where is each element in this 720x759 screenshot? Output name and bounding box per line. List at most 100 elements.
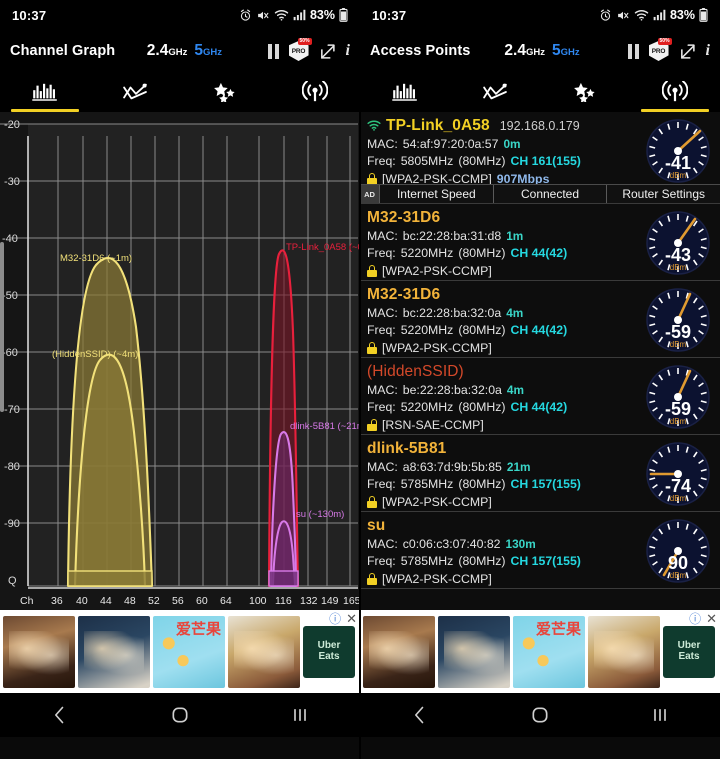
ap-ip-address: 192.168.0.179 bbox=[499, 118, 580, 133]
share-icon[interactable] bbox=[319, 43, 336, 60]
home-icon bbox=[532, 707, 548, 723]
ad-tag-label: AD bbox=[360, 185, 379, 203]
ad-image-2[interactable] bbox=[78, 615, 150, 688]
ad-connected-button[interactable]: Connected bbox=[492, 185, 607, 203]
right-toolbar: PRO 50% i bbox=[614, 38, 710, 61]
wifi-icon bbox=[634, 10, 649, 21]
access-point-row[interactable]: M32-31D6 MAC: bc:22:28:ba:31:d8 1m Freq:… bbox=[360, 204, 720, 281]
ad-router-settings-button[interactable]: Router Settings bbox=[606, 185, 720, 203]
access-point-row[interactable]: (HiddenSSID) MAC: be:22:28:ba:32:0a 4m F… bbox=[360, 358, 720, 435]
ap-freq-label: Freq: bbox=[367, 323, 396, 338]
ad-close-icon[interactable]: ✕ bbox=[706, 612, 717, 625]
band-2-4ghz-number-right: 2.4 bbox=[504, 42, 526, 59]
tab-access-points[interactable] bbox=[270, 72, 360, 112]
band-5ghz-button-right[interactable]: 5GHz bbox=[552, 42, 580, 60]
ap-freq-value: 5805MHz bbox=[400, 154, 454, 169]
access-point-row[interactable]: M32-31D6 MAC: bc:22:28:ba:32:0a 4m Freq:… bbox=[360, 281, 720, 358]
tab-time-graph[interactable] bbox=[90, 72, 180, 112]
ap-channel: CH 44(42) bbox=[510, 400, 568, 415]
pause-icon[interactable] bbox=[267, 43, 279, 59]
band-selector[interactable]: 2.4GHz 5GHz bbox=[147, 42, 222, 60]
band-selector-right[interactable]: 2.4GHz 5GHz bbox=[504, 42, 579, 60]
svg-text:-30: -30 bbox=[4, 176, 20, 188]
access-point-row[interactable]: TP-Link_0A58 192.168.0.179 MAC: 54:af:97… bbox=[360, 112, 720, 204]
chart-vertical-scrollbar[interactable] bbox=[0, 242, 4, 412]
ap-ssid: TP-Link_0A58 bbox=[386, 116, 490, 134]
ap-freq-value: 5220MHz bbox=[400, 400, 454, 415]
left-screen: 10:37 83% Channel Graph 2.4GHz 5GHz PRO … bbox=[0, 0, 360, 759]
right-app-bar: Access Points 2.4GHz 5GHz PRO 50% i bbox=[360, 30, 720, 72]
ad-internet-speed-button[interactable]: Internet Speed bbox=[379, 185, 493, 203]
bar-chart-icon bbox=[32, 83, 57, 101]
ad-info-icon[interactable]: ⓘ bbox=[329, 613, 341, 625]
dial-unit: dBm bbox=[670, 171, 687, 180]
stars-icon bbox=[574, 82, 595, 102]
nav-recents-button[interactable] bbox=[240, 705, 360, 725]
channel-graph-chart[interactable]: -20 -30 -40 -50 -60 -70 -80 -90 Q M32-31… bbox=[0, 112, 360, 610]
ad-cn-text: 爱芒果 bbox=[535, 619, 581, 638]
share-icon[interactable] bbox=[679, 43, 696, 60]
signal-dial-svg: -74 dBm bbox=[646, 442, 710, 506]
banner-ad-left[interactable]: 爱芒果 Uber Eats ⓘ ✕ bbox=[0, 610, 360, 693]
pro-upgrade-button[interactable]: PRO 50% bbox=[288, 38, 312, 61]
signal-dial: -43 dBm bbox=[642, 210, 714, 276]
ad-image-1[interactable] bbox=[363, 615, 435, 688]
wifi-connected-icon bbox=[367, 120, 381, 131]
ad-image-3[interactable]: 爱芒果 bbox=[513, 615, 585, 688]
nav-back-button[interactable] bbox=[0, 705, 120, 725]
battery-percent-label-right: 83% bbox=[669, 8, 695, 22]
pro-discount-badge-right: 50% bbox=[657, 38, 672, 45]
band-2-4ghz-button-right[interactable]: 2.4GHz bbox=[504, 42, 545, 60]
ad-close-icon[interactable]: ✕ bbox=[346, 612, 357, 625]
band-2-4ghz-button[interactable]: 2.4GHz bbox=[147, 42, 188, 60]
status-bar-icons: 83% bbox=[239, 8, 348, 22]
ad-image-4[interactable] bbox=[588, 615, 660, 688]
tab-channel-graph-right[interactable] bbox=[360, 72, 450, 112]
ap-width: (80MHz) bbox=[458, 246, 506, 261]
tab-channel-graph[interactable] bbox=[0, 72, 90, 112]
ad-info-icon[interactable]: ⓘ bbox=[689, 613, 701, 625]
info-icon[interactable]: i bbox=[346, 42, 350, 60]
tab-channel-rating-right[interactable] bbox=[540, 72, 630, 112]
ap-distance: 21m bbox=[506, 459, 531, 474]
tab-time-graph-right[interactable] bbox=[450, 72, 540, 112]
ad-image-1[interactable] bbox=[3, 615, 75, 688]
nav-home-button[interactable] bbox=[120, 705, 240, 725]
radar-icon bbox=[662, 81, 688, 102]
svg-text:60: 60 bbox=[196, 595, 208, 607]
chart-label-tp-link-0a58: TP-Link_0A58 (~0m) bbox=[286, 242, 360, 253]
ap-freq-value: 5785MHz bbox=[400, 554, 454, 569]
chart-occupancy-bar-yellow bbox=[67, 570, 153, 587]
access-point-list[interactable]: TP-Link_0A58 192.168.0.179 MAC: 54:af:97… bbox=[360, 112, 720, 610]
pro-upgrade-button-right[interactable]: PRO 50% bbox=[648, 38, 672, 61]
ad-brand-logo[interactable]: Uber Eats bbox=[663, 625, 715, 678]
pro-label-right: PRO bbox=[651, 47, 666, 55]
ap-mac-value: a8:63:7d:9b:5b:85 bbox=[402, 459, 502, 474]
status-bar: 10:37 83% bbox=[0, 0, 360, 30]
nav-back-button[interactable] bbox=[360, 705, 480, 725]
nav-recents-button[interactable] bbox=[600, 705, 720, 725]
access-point-row[interactable]: su MAC: c0:06:c3:07:40:82 130m Freq: 578… bbox=[360, 512, 720, 589]
ap-freq-label: Freq: bbox=[367, 154, 396, 169]
tab-channel-rating[interactable] bbox=[180, 72, 270, 112]
svg-text:56: 56 bbox=[172, 595, 184, 607]
pause-icon[interactable] bbox=[627, 43, 639, 59]
alarm-icon bbox=[240, 8, 251, 21]
access-point-row[interactable]: dlink-5B81 MAC: a8:63:7d:9b:5b:85 21m Fr… bbox=[360, 435, 720, 512]
system-nav-bar-right bbox=[360, 693, 720, 737]
lock-icon bbox=[367, 264, 377, 277]
ap-mac-value: bc:22:28:ba:32:0a bbox=[402, 305, 502, 320]
ad-brand-logo[interactable]: Uber Eats bbox=[303, 625, 355, 678]
banner-ad-right[interactable]: 爱芒果 Uber Eats ⓘ ✕ bbox=[360, 610, 720, 693]
signal-dial: -59 dBm bbox=[642, 287, 714, 353]
ad-image-3[interactable]: 爱芒果 bbox=[153, 615, 225, 688]
svg-text:Ch: Ch bbox=[20, 595, 34, 607]
ad-image-2[interactable] bbox=[438, 615, 510, 688]
info-icon[interactable]: i bbox=[706, 42, 710, 60]
nav-home-button[interactable] bbox=[480, 705, 600, 725]
tab-access-points-right[interactable] bbox=[630, 72, 720, 112]
ad-image-4[interactable] bbox=[228, 615, 300, 688]
band-5ghz-button[interactable]: 5GHz bbox=[194, 42, 222, 60]
dial-value: -74 bbox=[665, 476, 691, 496]
svg-text:-40: -40 bbox=[2, 233, 18, 245]
